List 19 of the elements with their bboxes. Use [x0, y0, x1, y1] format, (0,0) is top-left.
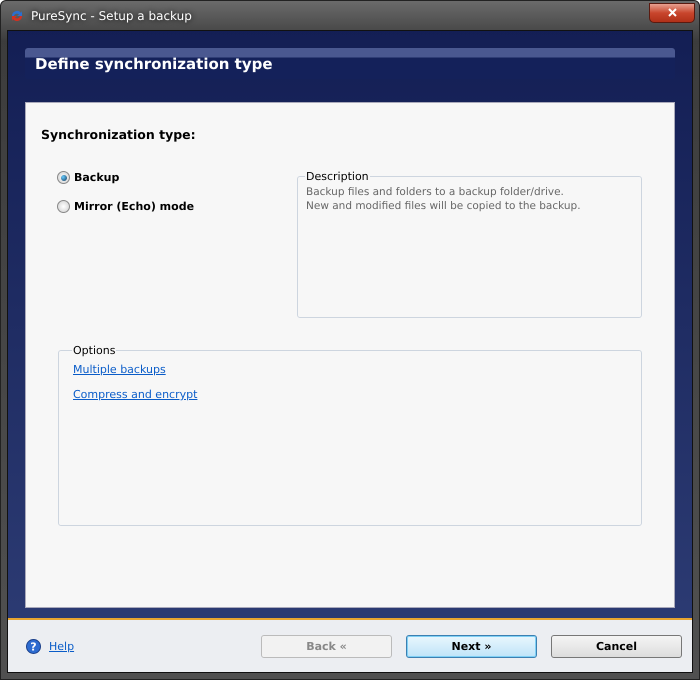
option-link[interactable]: Compress and encrypt	[73, 388, 198, 401]
panel-legend: Description	[305, 170, 370, 183]
close-icon	[668, 8, 676, 17]
option-link[interactable]: Multiple backups	[73, 363, 166, 376]
radio-button[interactable]	[57, 200, 70, 213]
description-text: New and modified files will be copied to the backup.	[306, 199, 582, 213]
help-link[interactable]: Help	[49, 640, 74, 652]
help-icon[interactable]: ?	[26, 638, 41, 654]
close-button[interactable]	[649, 2, 695, 22]
panel-legend: Options	[72, 344, 116, 357]
wizard-button[interactable]: Next »	[406, 634, 537, 658]
description-text: Backup files and folders to a backup folder/drive.	[306, 185, 565, 199]
wizard-button[interactable]: Cancel	[551, 634, 682, 658]
radio-label[interactable]: Backup	[74, 171, 120, 184]
step-title: Define synchronization type	[25, 48, 675, 79]
section-label: Synchronization type:	[41, 127, 197, 142]
radio-button[interactable]	[57, 171, 70, 184]
window-title: PureSync - Setup a backup	[31, 8, 192, 22]
radio-label[interactable]: Mirror (Echo) mode	[74, 200, 194, 213]
